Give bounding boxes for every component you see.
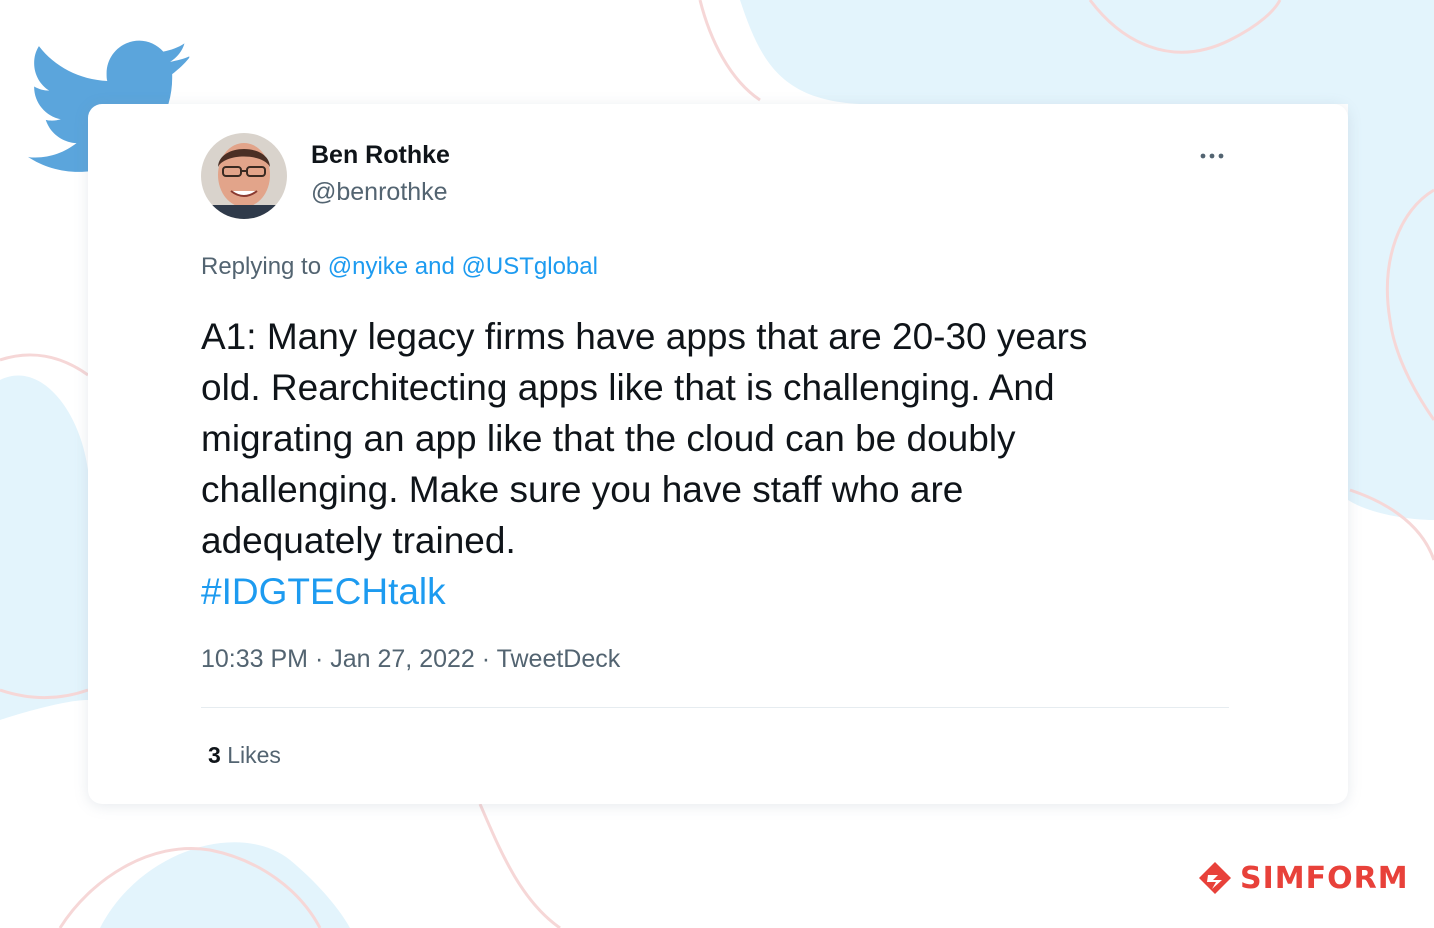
- tweet-text: A1: Many legacy firms have apps that are…: [201, 311, 1231, 617]
- author-name[interactable]: Ben Rothke: [311, 141, 450, 170]
- tweet-text-line: challenging. Make sure you have staff wh…: [201, 469, 964, 510]
- tweet-text-line: old. Rearchitecting apps like that is ch…: [201, 367, 1055, 408]
- likes-label: Likes: [227, 742, 281, 768]
- author-handle[interactable]: @benrothke: [311, 178, 448, 207]
- avatar[interactable]: [201, 133, 287, 219]
- likes-count: 3: [208, 742, 221, 768]
- avatar-image: [201, 133, 287, 219]
- tweet-date-link[interactable]: Jan 27, 2022: [330, 645, 475, 673]
- tweet-text-line: A1: Many legacy firms have apps that are…: [201, 316, 1088, 357]
- separator: ·: [481, 645, 491, 673]
- more-options-button[interactable]: [1192, 142, 1232, 170]
- reply-prefix: Replying to: [201, 253, 322, 280]
- tweet-metadata: 10:33 PM · Jan 27, 2022 · TweetDeck: [201, 645, 620, 674]
- tweet-text-line: migrating an app like that the cloud can…: [201, 418, 1016, 459]
- tweet-source-link[interactable]: TweetDeck: [497, 645, 621, 673]
- simform-logo: SIMFORM: [1196, 858, 1409, 898]
- tweet-text-line: adequately trained.: [201, 520, 516, 561]
- reply-mentions-link[interactable]: @nyike and @USTglobal: [328, 253, 598, 280]
- ellipsis-icon: [1200, 153, 1224, 159]
- separator: ·: [314, 645, 324, 673]
- reply-context: Replying to @nyike and @USTglobal: [201, 253, 598, 281]
- simform-logo-icon: [1199, 862, 1231, 894]
- tweet-time-link[interactable]: 10:33 PM: [201, 645, 308, 673]
- simform-text: SIMFORM: [1240, 860, 1409, 896]
- divider: [201, 707, 1229, 708]
- hashtag-link[interactable]: #IDGTECHtalk: [201, 566, 1231, 617]
- likes-link[interactable]: 3 Likes: [208, 742, 281, 769]
